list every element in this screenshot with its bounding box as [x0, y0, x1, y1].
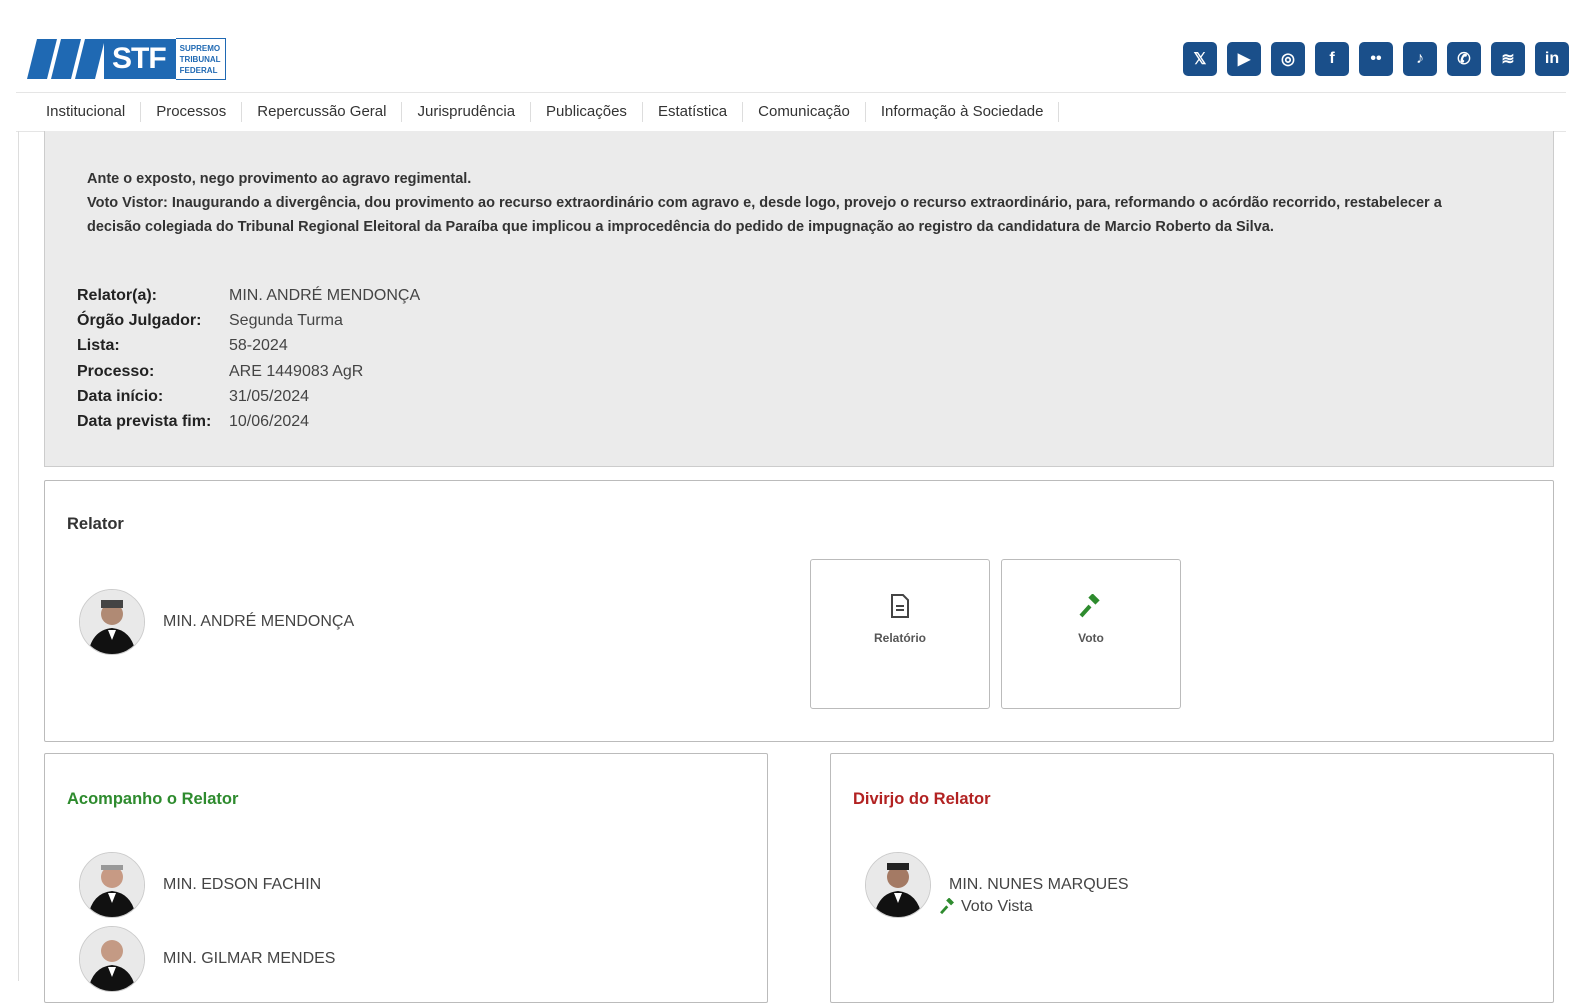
meta-relator: Relator(a): MIN. ANDRÉ MENDONÇA — [77, 283, 420, 308]
card-title: Relator — [67, 515, 124, 533]
nav-item-comunicacao[interactable]: Comunicação — [743, 102, 866, 122]
spotify-icon[interactable]: ≋ — [1491, 42, 1525, 76]
decision-line: Ante o exposto, nego provimento ao agrav… — [87, 171, 472, 187]
meta-value: ARE 1449083 AgR — [229, 362, 364, 380]
nav-item-publicacoes[interactable]: Publicações — [531, 102, 643, 122]
voto-label: Voto — [1078, 631, 1104, 645]
meta-value: 10/06/2024 — [229, 413, 310, 431]
divirjo-title: Divirjo do Relator — [853, 790, 991, 808]
process-metadata: Relator(a): MIN. ANDRÉ MENDONÇA Órgão Ju… — [77, 283, 420, 434]
minister-name[interactable]: MIN. ANDRÉ MENDONÇA — [163, 613, 354, 631]
minister-avatar — [79, 589, 145, 655]
whatsapp-icon[interactable]: ✆ — [1447, 42, 1481, 76]
decision-panel: Ante o exposto, nego provimento ao agrav… — [44, 131, 1554, 467]
minister-avatar — [865, 852, 931, 918]
youtube-icon[interactable]: ▶ — [1227, 42, 1261, 76]
meta-label: Data início: — [77, 387, 164, 405]
stf-logo[interactable]: STF SUPREMO TRIBUNAL FEDERAL — [27, 38, 226, 80]
meta-data-inicio: Data início: 31/05/2024 — [77, 384, 420, 409]
nav-item-estatistica[interactable]: Estatística — [643, 102, 744, 122]
gavel-icon — [1079, 594, 1100, 618]
minister-avatar — [79, 852, 145, 918]
divirjo-card: Divirjo do Relator MIN. NUNES MARQUES Vo… — [830, 753, 1554, 1003]
vote-note-label: Voto Vista — [961, 898, 1033, 915]
gavel-icon — [940, 898, 954, 915]
meta-processo: Processo: ARE 1449083 AgR — [77, 359, 420, 384]
decision-text: Ante o exposto, nego provimento ao agrav… — [87, 167, 1477, 239]
meta-label: Data prevista fim: — [77, 413, 212, 431]
nav-item-repercussao-geral[interactable]: Repercussão Geral — [242, 102, 403, 122]
minister-name[interactable]: MIN. EDSON FACHIN — [163, 876, 321, 894]
meta-label: Lista: — [77, 337, 120, 355]
relator-card: Relator MIN. ANDRÉ MENDONÇA Relatório Vo… — [44, 480, 1554, 742]
logo-subtitle: SUPREMO TRIBUNAL FEDERAL — [175, 38, 226, 80]
meta-label: Relator(a): — [77, 287, 158, 304]
social-links: 𝕏 ▶ ◎ f •• ♪ ✆ ≋ in — [1183, 42, 1569, 76]
minister-avatar — [79, 926, 145, 992]
meta-data-fim: Data prevista fim: 10/06/2024 — [77, 409, 420, 434]
instagram-icon[interactable]: ◎ — [1271, 42, 1305, 76]
meta-lista: Lista: 58-2024 — [77, 333, 420, 358]
nav-item-processos[interactable]: Processos — [141, 102, 243, 122]
meta-value: 31/05/2024 — [229, 387, 310, 405]
linkedin-icon[interactable]: in — [1535, 42, 1569, 76]
meta-label: Órgão Julgador: — [77, 312, 202, 330]
acompanho-card: Acompanho o Relator MIN. EDSON FACHIN MI… — [44, 753, 768, 1003]
acompanho-title: Acompanho o Relator — [67, 790, 239, 808]
tiktok-icon[interactable]: ♪ — [1403, 42, 1437, 76]
voto-vistor-text: Voto Vistor: Inaugurando a divergência, … — [87, 195, 1442, 235]
content-divider — [18, 131, 19, 981]
nav-item-informacao-sociedade[interactable]: Informação à Sociedade — [866, 102, 1060, 122]
voto-vista-note[interactable]: Voto Vista — [939, 898, 1033, 916]
voto-button[interactable]: Voto — [1001, 559, 1181, 709]
meta-value: Segunda Turma — [229, 312, 343, 330]
meta-orgao: Órgão Julgador: Segunda Turma — [77, 308, 420, 333]
nav-item-institucional[interactable]: Institucional — [16, 102, 142, 122]
minister-name[interactable]: MIN. GILMAR MENDES — [163, 950, 335, 968]
facebook-icon[interactable]: f — [1315, 42, 1349, 76]
nav-item-jurisprudencia[interactable]: Jurisprudência — [402, 102, 532, 122]
flickr-icon[interactable]: •• — [1359, 42, 1393, 76]
meta-value: 58-2024 — [229, 337, 288, 355]
relatorio-button[interactable]: Relatório — [810, 559, 990, 709]
relatorio-label: Relatório — [873, 631, 926, 645]
logo-stripes — [27, 39, 105, 79]
x-icon[interactable]: 𝕏 — [1183, 42, 1217, 76]
logo-text: STF — [104, 39, 176, 79]
main-nav: Institucional Processos Repercussão Gera… — [16, 92, 1566, 132]
meta-label: Processo: — [77, 362, 155, 380]
document-icon — [891, 594, 909, 618]
meta-value: MIN. ANDRÉ MENDONÇA — [229, 287, 421, 304]
minister-name[interactable]: MIN. NUNES MARQUES — [949, 876, 1129, 894]
